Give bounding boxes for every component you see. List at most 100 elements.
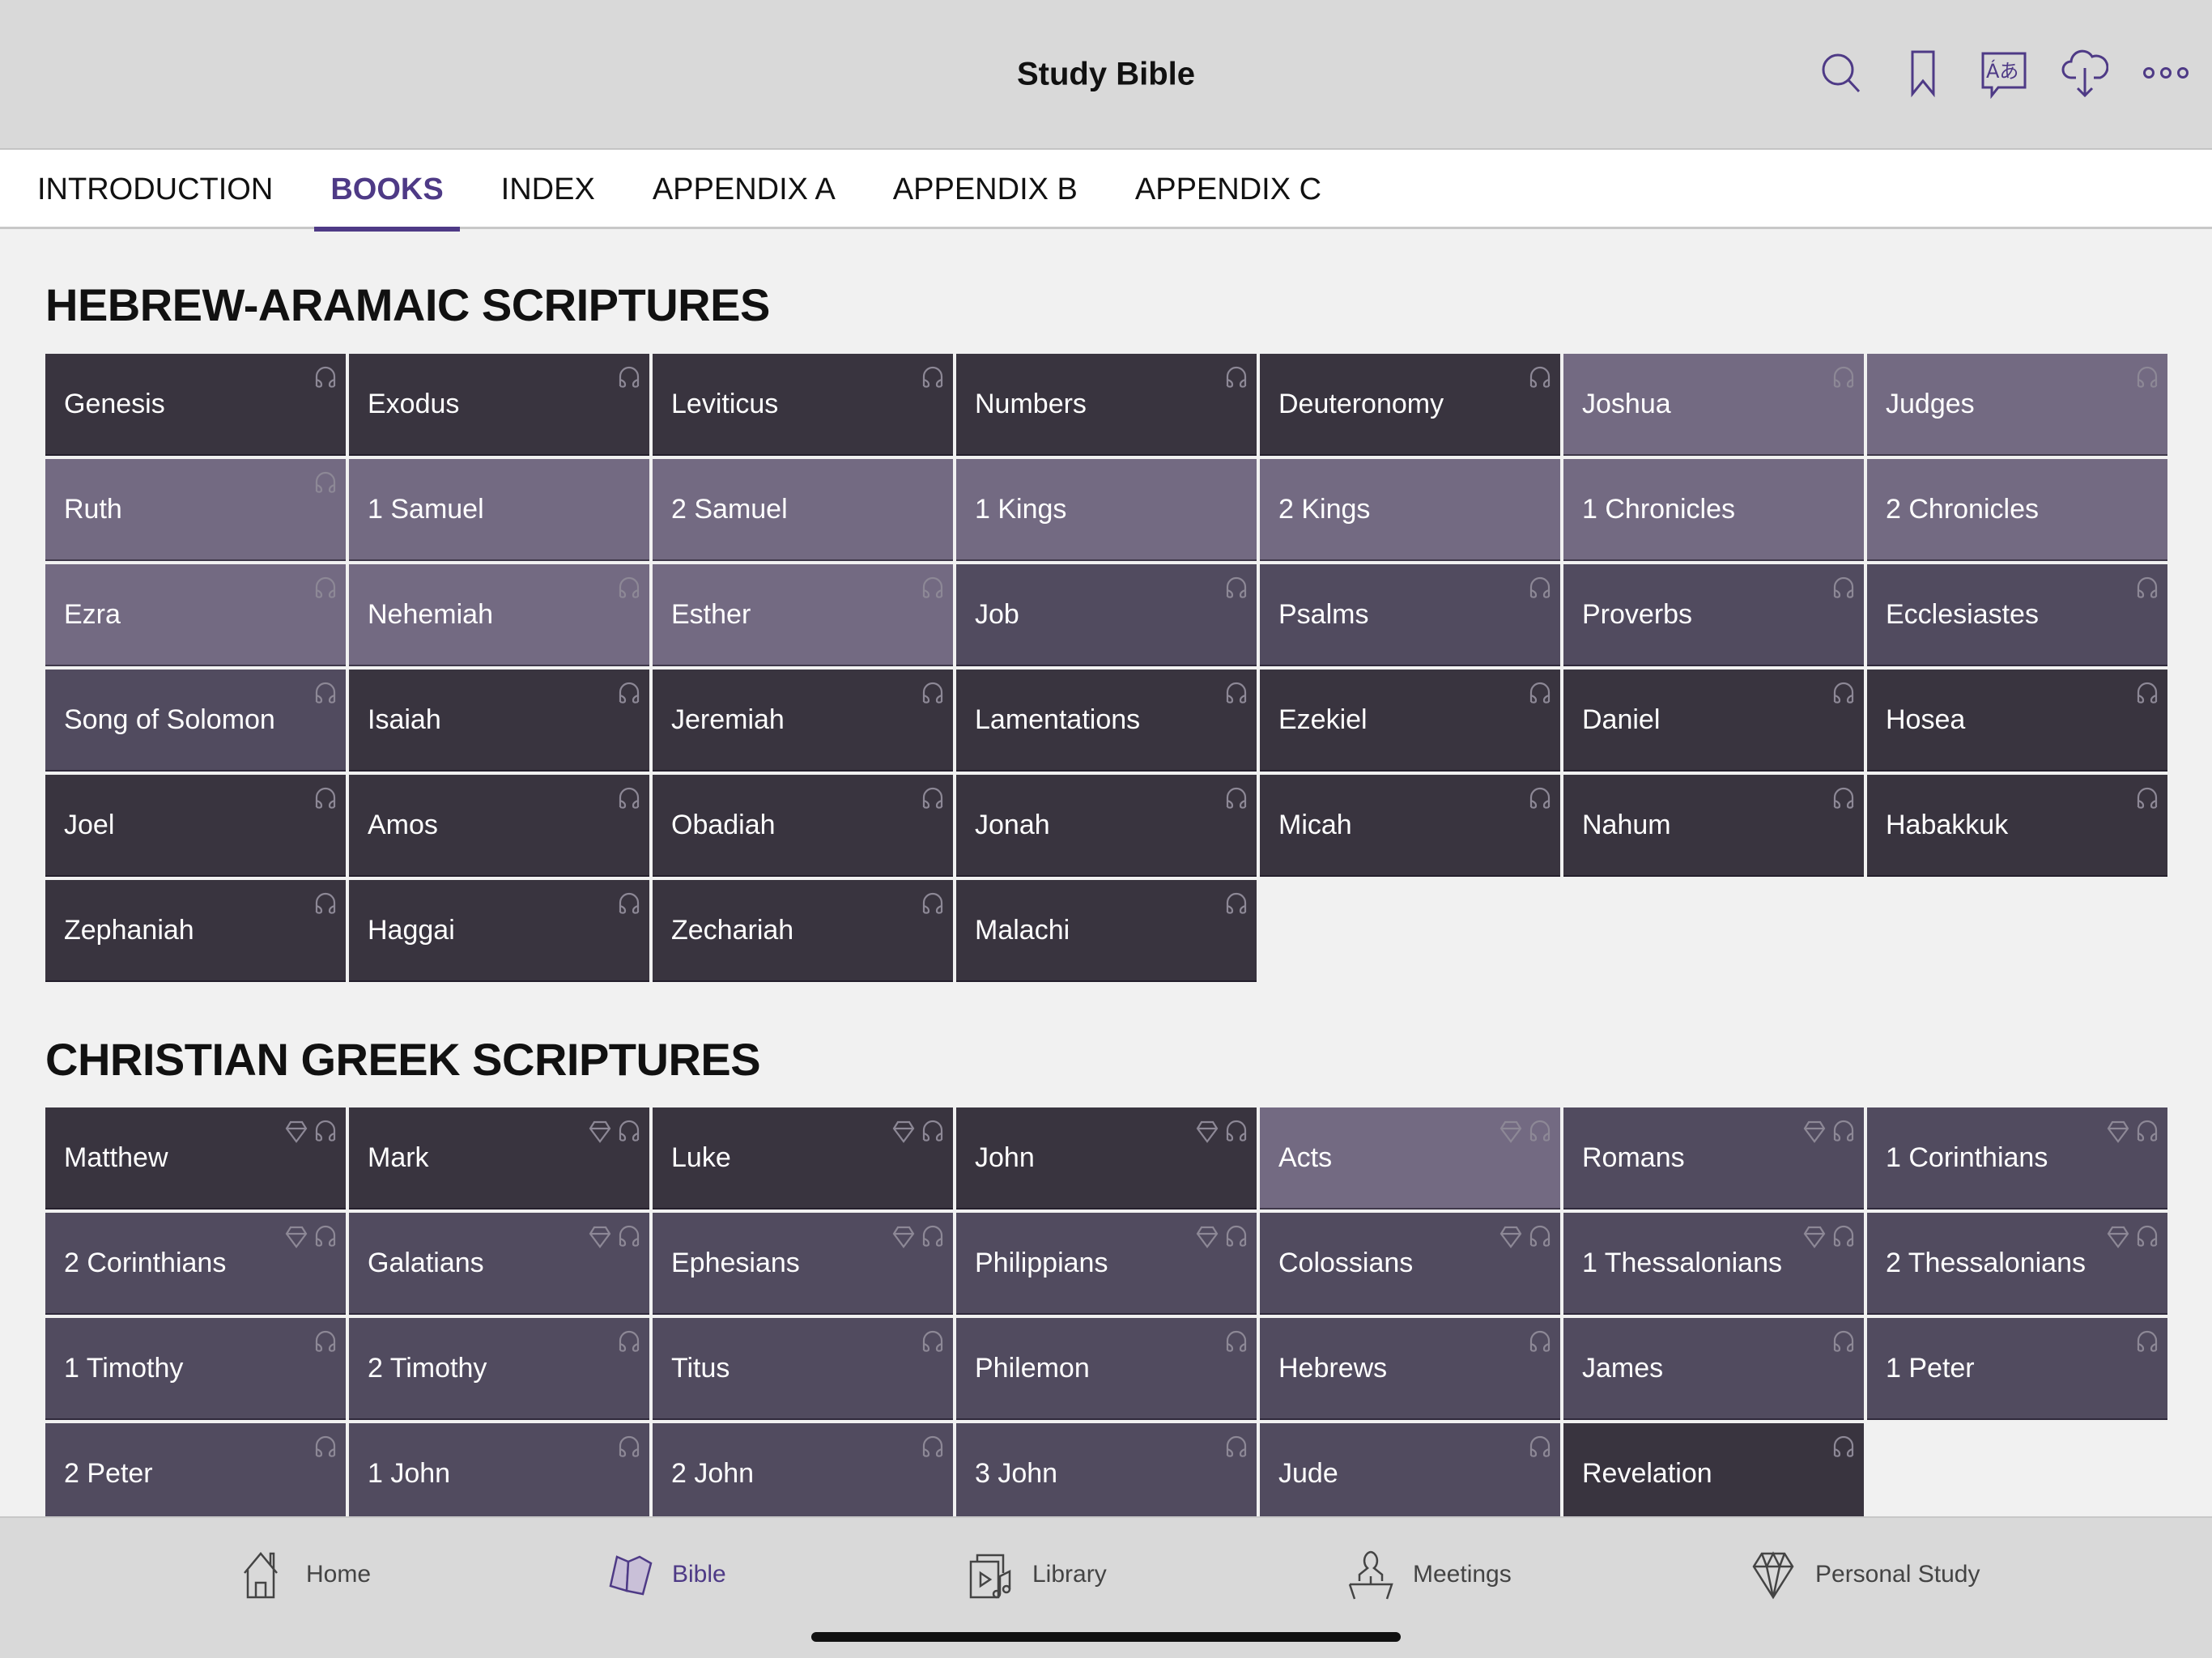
book-tile[interactable]: Acts xyxy=(1260,1107,1560,1209)
book-tile[interactable]: 2 John xyxy=(653,1423,953,1525)
gem-icon xyxy=(589,1120,611,1143)
book-tile[interactable]: Obadiah xyxy=(653,775,953,877)
book-tile[interactable]: Daniel xyxy=(1563,670,1864,772)
book-tile[interactable]: Job xyxy=(956,564,1257,666)
book-tile[interactable]: 1 Thessalonians xyxy=(1563,1213,1864,1315)
book-tile[interactable]: 1 Timothy xyxy=(45,1318,346,1420)
book-tile[interactable]: 2 Samuel xyxy=(653,459,953,561)
gem-icon xyxy=(2107,1226,2129,1248)
book-tile[interactable]: Zephaniah xyxy=(45,880,346,982)
book-tile[interactable]: Proverbs xyxy=(1563,564,1864,666)
book-name: Habakkuk xyxy=(1886,809,2009,840)
tab-introduction[interactable]: INTRODUCTION xyxy=(21,150,289,229)
nav-meetings[interactable]: Meetings xyxy=(1348,1549,1512,1601)
book-tile[interactable]: 2 Peter xyxy=(45,1423,346,1525)
book-tile[interactable]: Matthew xyxy=(45,1107,346,1209)
book-tile[interactable]: Jude xyxy=(1260,1423,1560,1525)
book-tile[interactable]: 2 Kings xyxy=(1260,459,1560,561)
book-tile[interactable]: Jonah xyxy=(956,775,1257,877)
book-name: 2 Chronicles xyxy=(1886,493,2039,525)
book-tile[interactable]: 1 Peter xyxy=(1867,1318,2167,1420)
book-tile[interactable]: Titus xyxy=(653,1318,953,1420)
book-name: Daniel xyxy=(1582,704,1661,735)
tile-icons xyxy=(1224,890,1249,917)
tab-appendix-b[interactable]: APPENDIX B xyxy=(877,150,1094,229)
search-button[interactable] xyxy=(1819,47,1865,99)
book-tile[interactable]: Nehemiah xyxy=(349,564,649,666)
language-button[interactable]: Áあ xyxy=(1980,47,2027,99)
book-tile[interactable]: Ezra xyxy=(45,564,346,666)
book-tile[interactable]: Nahum xyxy=(1563,775,1864,877)
book-tile[interactable]: 3 John xyxy=(956,1423,1257,1525)
book-tile[interactable]: Numbers xyxy=(956,354,1257,456)
book-tile[interactable]: Leviticus xyxy=(653,354,953,456)
download-cloud-icon xyxy=(2061,49,2108,98)
book-tile[interactable]: 2 Corinthians xyxy=(45,1213,346,1315)
book-tile[interactable]: Genesis xyxy=(45,354,346,456)
book-tile[interactable]: Colossians xyxy=(1260,1213,1560,1315)
tab-appendix-a[interactable]: APPENDIX A xyxy=(636,150,852,229)
book-tile[interactable]: Ecclesiastes xyxy=(1867,564,2167,666)
book-tile[interactable]: Habakkuk xyxy=(1867,775,2167,877)
book-tile[interactable]: 1 Corinthians xyxy=(1867,1107,2167,1209)
more-button[interactable] xyxy=(2142,47,2189,99)
book-tile[interactable]: Mark xyxy=(349,1107,649,1209)
tab-appendix-c[interactable]: APPENDIX C xyxy=(1119,150,1338,229)
book-tile[interactable]: Haggai xyxy=(349,880,649,982)
book-tile[interactable]: Philemon xyxy=(956,1318,1257,1420)
book-tile[interactable]: Amos xyxy=(349,775,649,877)
tab-index[interactable]: INDEX xyxy=(485,150,611,229)
download-button[interactable] xyxy=(2061,47,2108,99)
book-tile[interactable]: Ezekiel xyxy=(1260,670,1560,772)
tile-icons xyxy=(1224,1433,1249,1460)
book-tile[interactable]: 1 Kings xyxy=(956,459,1257,561)
headphones-icon xyxy=(1833,576,1854,598)
book-tile[interactable]: Jeremiah xyxy=(653,670,953,772)
book-tile[interactable]: Galatians xyxy=(349,1213,649,1315)
book-tile[interactable]: 1 Chronicles xyxy=(1563,459,1864,561)
section-tabs: INTRODUCTION BOOKS INDEX APPENDIX A APPE… xyxy=(0,150,2212,232)
headphones-icon xyxy=(1226,366,1247,388)
book-tile[interactable]: Ephesians xyxy=(653,1213,953,1315)
book-tile[interactable]: 2 Timothy xyxy=(349,1318,649,1420)
book-tile[interactable]: Malachi xyxy=(956,880,1257,982)
headphones-icon xyxy=(619,1435,640,1457)
book-tile[interactable]: Psalms xyxy=(1260,564,1560,666)
book-tile[interactable]: 1 Samuel xyxy=(349,459,649,561)
nav-bible[interactable]: Bible xyxy=(607,1549,726,1601)
nav-home[interactable]: Home xyxy=(241,1549,371,1601)
book-tile[interactable]: Isaiah xyxy=(349,670,649,772)
nav-personal-study[interactable]: Personal Study xyxy=(1750,1549,1980,1601)
book-tile[interactable]: Ruth xyxy=(45,459,346,561)
home-indicator[interactable] xyxy=(811,1632,1401,1642)
book-tile[interactable]: Hebrews xyxy=(1260,1318,1560,1420)
book-tile[interactable]: Exodus xyxy=(349,354,649,456)
book-tile[interactable]: Judges xyxy=(1867,354,2167,456)
headphones-icon xyxy=(2137,576,2158,598)
book-tile[interactable]: Joshua xyxy=(1563,354,1864,456)
book-tile[interactable]: 2 Thessalonians xyxy=(1867,1213,2167,1315)
book-tile[interactable]: John xyxy=(956,1107,1257,1209)
book-tile[interactable]: Luke xyxy=(653,1107,953,1209)
tile-icons xyxy=(1528,574,1552,602)
book-tile[interactable]: Lamentations xyxy=(956,670,1257,772)
book-tile[interactable]: 2 Chronicles xyxy=(1867,459,2167,561)
book-tile[interactable]: Esther xyxy=(653,564,953,666)
book-tile[interactable]: Hosea xyxy=(1867,670,2167,772)
headphones-icon xyxy=(315,1225,336,1247)
book-tile[interactable]: Song of Solomon xyxy=(45,670,346,772)
nav-library[interactable]: Library xyxy=(968,1549,1107,1601)
book-tile[interactable]: James xyxy=(1563,1318,1864,1420)
book-tile[interactable]: Philippians xyxy=(956,1213,1257,1315)
gem-icon xyxy=(1196,1120,1219,1143)
book-tile[interactable]: 1 John xyxy=(349,1423,649,1525)
book-name: Romans xyxy=(1582,1141,1685,1173)
book-tile[interactable]: Deuteronomy xyxy=(1260,354,1560,456)
book-tile[interactable]: Romans xyxy=(1563,1107,1864,1209)
bookmark-button[interactable] xyxy=(1899,47,1946,99)
book-tile[interactable]: Joel xyxy=(45,775,346,877)
tab-books[interactable]: BOOKS xyxy=(314,150,461,232)
book-tile[interactable]: Revelation xyxy=(1563,1423,1864,1525)
book-tile[interactable]: Zechariah xyxy=(653,880,953,982)
book-tile[interactable]: Micah xyxy=(1260,775,1560,877)
